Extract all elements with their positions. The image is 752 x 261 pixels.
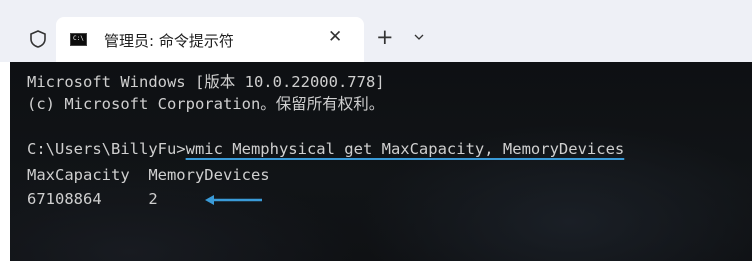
terminal-window: C:\ 管理员: 命令提示符 ✕ + Microsoft Windows [版本… xyxy=(0,0,752,261)
console-command-line: C:\Users\BillyFu>wmic Memphysical get Ma… xyxy=(27,140,624,158)
tab-command-prompt[interactable]: C:\ 管理员: 命令提示符 ✕ xyxy=(56,17,364,62)
tab-bar: C:\ 管理员: 命令提示符 ✕ + xyxy=(0,0,752,62)
tab-title: 管理员: 命令提示符 xyxy=(104,32,234,50)
shield-icon xyxy=(30,30,46,48)
close-tab-icon[interactable]: ✕ xyxy=(328,27,342,47)
terminal-icon: C:\ xyxy=(70,33,87,46)
new-tab-button[interactable]: + xyxy=(376,27,394,48)
console-output-header: MaxCapacity MemoryDevices xyxy=(27,166,270,184)
console-command: wmic Memphysical get MaxCapacity, Memory… xyxy=(185,140,625,158)
console-line-version: Microsoft Windows [版本 10.0.22000.778] xyxy=(27,73,385,91)
console-output[interactable]: Microsoft Windows [版本 10.0.22000.778] (c… xyxy=(10,62,752,261)
arrow-left-icon xyxy=(205,195,262,205)
console-output-row: 67108864 2 xyxy=(27,190,158,208)
chevron-down-icon[interactable] xyxy=(412,31,426,43)
console-prompt: C:\Users\BillyFu> xyxy=(27,140,186,158)
console-line-copyright: (c) Microsoft Corporation。保留所有权利。 xyxy=(27,95,385,113)
